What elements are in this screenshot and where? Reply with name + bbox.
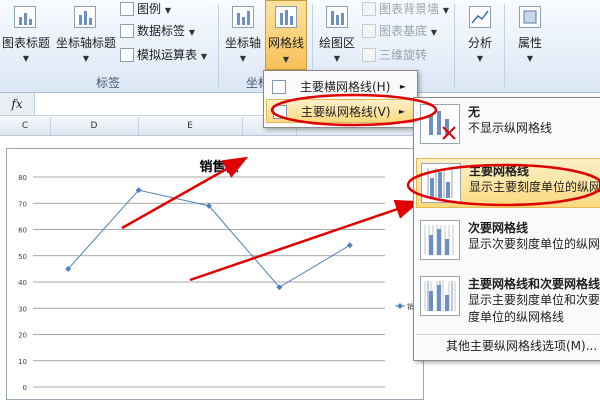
3d-rotation-icon bbox=[362, 48, 376, 62]
chart-floor-button[interactable]: 图表基底 ▼ bbox=[362, 22, 437, 40]
group-separator bbox=[504, 4, 505, 88]
chevron-down-icon: ▼ bbox=[476, 54, 484, 63]
chevron-down-icon: ▼ bbox=[282, 55, 290, 64]
data-labels-icon bbox=[120, 24, 134, 38]
chevron-down-icon: ▼ bbox=[333, 54, 341, 63]
chart-title: 销售额 bbox=[199, 159, 238, 175]
analysis-icon bbox=[469, 6, 491, 28]
data-point bbox=[346, 242, 353, 249]
more-gridline-options[interactable]: 其他主要纵网格线选项(M)... bbox=[416, 334, 600, 357]
analysis-button[interactable]: 分析 ▼ bbox=[458, 2, 502, 63]
gridlines-button[interactable]: 网格线 ▼ bbox=[265, 0, 307, 70]
submenu-item-none[interactable]: 无 不显示纵网格线 bbox=[416, 100, 600, 148]
chevron-right-icon: ► bbox=[399, 82, 406, 91]
y-tick-label: 30 bbox=[18, 305, 27, 313]
data-table-icon bbox=[120, 48, 134, 62]
group-separator bbox=[218, 4, 219, 88]
labels-group-label: 标签 bbox=[96, 76, 121, 90]
group-separator bbox=[454, 4, 455, 88]
chart-floor-icon bbox=[362, 24, 376, 38]
chevron-right-icon: ► bbox=[398, 107, 405, 116]
chart-title-icon bbox=[14, 6, 36, 28]
column-header[interactable]: E bbox=[138, 117, 243, 135]
no-gridlines-icon bbox=[420, 104, 460, 144]
chart-object[interactable]: 销售额 0 10 20 30 40 50 60 70 80 销 bbox=[6, 148, 424, 400]
y-tick-label: 80 bbox=[18, 174, 27, 182]
column-header[interactable]: C bbox=[0, 117, 51, 135]
y-tick-label: 10 bbox=[18, 358, 27, 366]
submenu-item-major-gridlines[interactable]: 主要网格线 显示主要刻度单位的纵网格线 bbox=[416, 158, 600, 208]
major-minor-gridlines-icon bbox=[420, 276, 460, 316]
y-tick-label: 50 bbox=[18, 253, 27, 261]
chevron-down-icon: ▼ bbox=[82, 54, 90, 63]
line-chart: 销售额01020304050607080销 bbox=[18, 159, 414, 392]
plot-area-icon bbox=[326, 6, 348, 28]
legend-marker bbox=[397, 303, 403, 309]
y-tick-label: 60 bbox=[18, 227, 27, 235]
legend-button[interactable]: 图例 ▼ bbox=[120, 0, 171, 18]
axes-icon bbox=[232, 6, 254, 28]
submenu-item-minor-gridlines[interactable]: 次要网格线 显示次要刻度单位的纵网格线 bbox=[416, 216, 600, 264]
axis-title-icon bbox=[74, 6, 96, 28]
horizontal-gridlines-icon bbox=[272, 80, 286, 94]
legend-icon bbox=[120, 2, 134, 16]
y-tick-label: 40 bbox=[18, 279, 27, 287]
properties-icon bbox=[519, 6, 541, 28]
data-labels-button[interactable]: 数据标签 ▼ bbox=[120, 22, 195, 40]
menu-item-major-horizontal-gridlines[interactable]: 主要横网格线(H) ► bbox=[266, 75, 414, 99]
chevron-down-icon: ▼ bbox=[526, 54, 534, 63]
major-gridlines-icon bbox=[421, 163, 461, 203]
3d-rotation-button[interactable]: 三维旋转 bbox=[362, 46, 427, 64]
vertical-gridlines-icon bbox=[273, 105, 287, 119]
chart-wall-icon bbox=[362, 2, 376, 16]
column-header[interactable]: D bbox=[50, 117, 139, 135]
gridlines-menu: 主要横网格线(H) ► 主要纵网格线(V) ► bbox=[263, 70, 418, 128]
vertical-gridlines-submenu: 无 不显示纵网格线 主要网格线 显示主要刻度单位的纵网格线 次要网格线 显示次要… bbox=[413, 97, 600, 361]
data-table-button[interactable]: 模拟运算表 ▼ bbox=[120, 46, 207, 64]
properties-button[interactable]: 属性 ▼ bbox=[508, 2, 552, 63]
chevron-down-icon: ▼ bbox=[22, 54, 30, 63]
chart-wall-button[interactable]: 图表背景墙 ▼ bbox=[362, 0, 449, 18]
submenu-item-major-and-minor-gridlines[interactable]: 主要网格线和次要网格线 显示主要刻度单位和次要刻 度单位的纵网格线 bbox=[416, 272, 600, 332]
chart-title-button[interactable]: 图表标题 ▼ bbox=[0, 2, 52, 63]
y-tick-label: 20 bbox=[18, 332, 27, 340]
plot-area-button[interactable]: 绘图区 ▼ bbox=[314, 2, 360, 63]
axes-button[interactable]: 坐标轴 ▼ bbox=[222, 2, 264, 63]
y-tick-label: 70 bbox=[18, 200, 27, 208]
gridlines-icon bbox=[275, 6, 297, 28]
fx-icon[interactable]: fx bbox=[0, 93, 35, 115]
axis-title-button[interactable]: 坐标轴标题 ▼ bbox=[54, 2, 118, 63]
minor-gridlines-icon bbox=[420, 220, 460, 260]
y-tick-label: 0 bbox=[23, 384, 27, 392]
menu-item-major-vertical-gridlines[interactable]: 主要纵网格线(V) ► bbox=[266, 99, 414, 123]
chevron-down-icon: ▼ bbox=[239, 54, 247, 63]
